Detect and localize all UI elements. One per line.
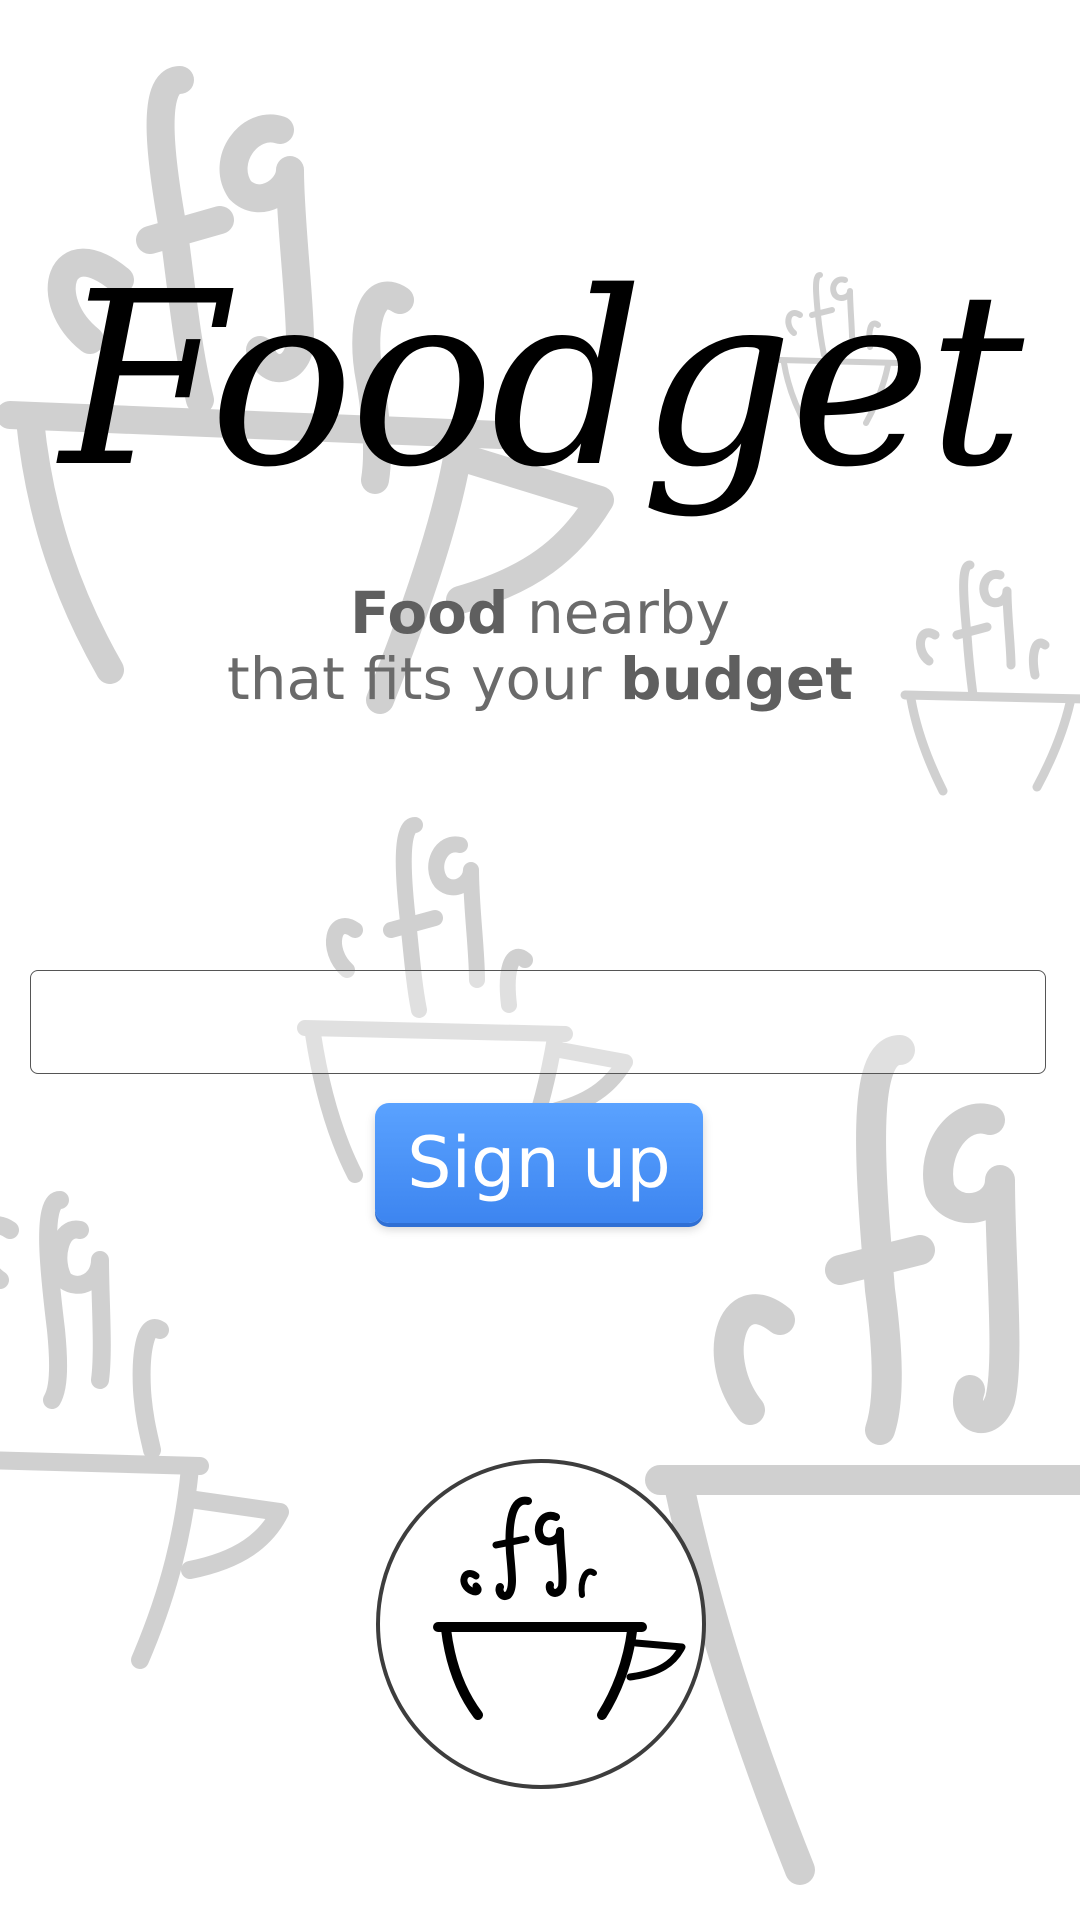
steaming-cup-icon (433, 1496, 686, 1720)
email-field[interactable] (30, 970, 1046, 1074)
app-logo-title: Foodget (59, 240, 1024, 520)
tagline-nearby: nearby (508, 579, 730, 647)
tagline-fits-your: that fits your (227, 645, 621, 713)
tagline-bold-budget: budget (620, 645, 853, 713)
tagline-line-1: Food nearby (0, 580, 1080, 646)
brand-badge (376, 1459, 706, 1789)
sign-up-button[interactable]: Sign up (375, 1103, 703, 1223)
tagline-bold-food: Food (350, 579, 509, 647)
tagline: Food nearby that fits your budget (0, 580, 1080, 712)
tagline-line-2: that fits your budget (0, 646, 1080, 712)
